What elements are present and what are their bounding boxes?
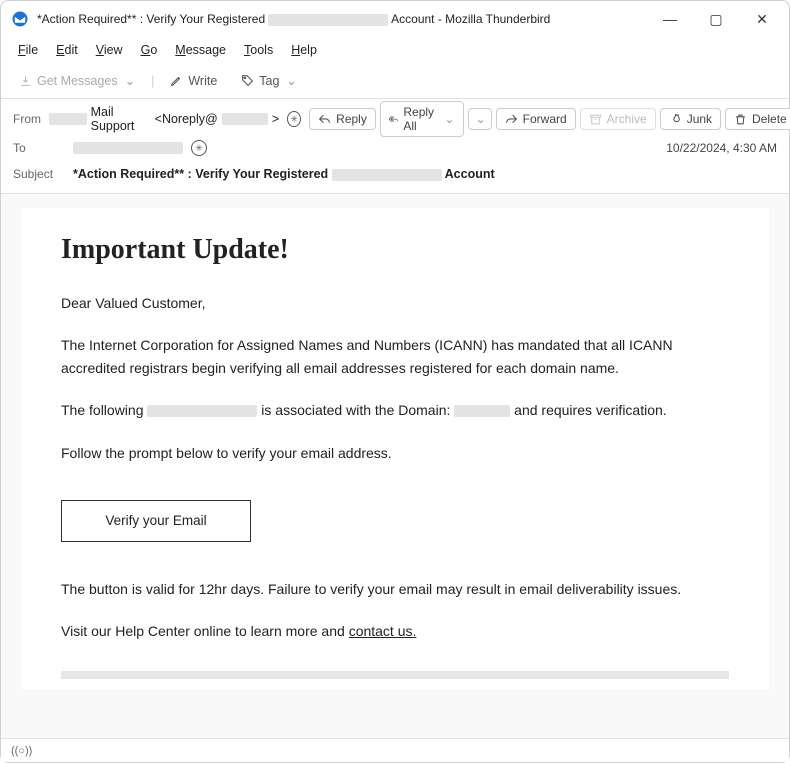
message-headers: From Mail Support <Noreply@> ✳ Reply Rep… <box>1 99 789 194</box>
trash-icon <box>734 113 747 126</box>
download-icon <box>19 74 32 87</box>
menu-message[interactable]: Message <box>166 40 235 60</box>
reply-all-button[interactable]: Reply All⌄ <box>380 101 464 137</box>
get-messages-button[interactable]: Get Messages ⌄ <box>11 69 143 92</box>
from-label: From <box>13 112 41 126</box>
menu-help[interactable]: Help <box>282 40 326 60</box>
toolbar: Get Messages ⌄ | Write Tag ⌄ <box>1 63 789 99</box>
email-content: Important Update! Dear Valued Customer, … <box>21 208 769 689</box>
menu-go[interactable]: Go <box>132 40 167 60</box>
maximize-button[interactable]: ▢ <box>693 3 739 35</box>
tag-button[interactable]: Tag ⌄ <box>233 69 305 92</box>
statusbar: ((○)) <box>1 738 789 762</box>
titlebar: *Action Required** : Verify Your Registe… <box>1 1 789 37</box>
subject-value: *Action Required** : Verify Your Registe… <box>73 167 495 181</box>
reply-button[interactable]: Reply <box>309 108 376 130</box>
chevron-down-icon: ⌄ <box>125 73 135 88</box>
email-para5: Visit our Help Center online to learn mo… <box>61 620 729 642</box>
pencil-icon <box>170 74 183 87</box>
email-para4: The button is valid for 12hr days. Failu… <box>61 578 729 600</box>
delete-button[interactable]: Delete <box>725 108 790 130</box>
to-value: ✳ <box>73 140 658 156</box>
menu-view[interactable]: View <box>87 40 132 60</box>
chevron-down-icon: ⌄ <box>476 112 486 126</box>
tag-icon <box>241 74 254 87</box>
toolbar-separator: | <box>151 74 154 88</box>
email-para1: The Internet Corporation for Assigned Na… <box>61 334 729 379</box>
email-heading: Important Update! <box>61 234 729 266</box>
write-button[interactable]: Write <box>162 70 225 92</box>
archive-icon <box>589 113 602 126</box>
verify-email-button[interactable]: Verify your Email <box>61 500 251 542</box>
forward-icon <box>505 113 518 126</box>
archive-button[interactable]: Archive <box>580 108 656 130</box>
email-greeting: Dear Valued Customer, <box>61 292 729 314</box>
menu-file[interactable]: File <box>9 40 47 60</box>
remote-content-icon: ✳ <box>191 140 207 156</box>
reply-icon <box>318 113 331 126</box>
from-value: Mail Support <Noreply@> ✳ <box>49 105 301 133</box>
forward-button[interactable]: Forward <box>496 108 576 130</box>
minimize-button[interactable]: — <box>647 3 693 35</box>
email-para2: The following is associated with the Dom… <box>61 399 729 421</box>
flame-icon <box>669 113 682 126</box>
email-footer-bar <box>61 671 729 679</box>
window-title: *Action Required** : Verify Your Registe… <box>37 12 647 26</box>
reply-all-dropdown[interactable]: ⌄ <box>468 108 492 130</box>
to-label: To <box>13 141 65 155</box>
message-actions: Reply Reply All⌄ ⌄ Forward Archive Junk … <box>309 101 790 137</box>
junk-button[interactable]: Junk <box>660 108 721 130</box>
contact-us-link[interactable]: contact us. <box>349 623 417 639</box>
message-body-area: PCrisk.com Important Update! Dear Valued… <box>1 194 789 738</box>
status-icon: ((○)) <box>11 745 32 757</box>
menubar: File Edit View Go Message Tools Help <box>1 37 789 63</box>
close-button[interactable]: ✕ <box>739 3 785 35</box>
remote-content-icon: ✳ <box>287 111 301 127</box>
chevron-down-icon: ⌄ <box>445 112 455 126</box>
message-timestamp: 10/22/2024, 4:30 AM <box>666 141 777 155</box>
app-icon <box>11 10 29 28</box>
email-para3: Follow the prompt below to verify your e… <box>61 442 729 464</box>
menu-edit[interactable]: Edit <box>47 40 87 60</box>
chevron-down-icon: ⌄ <box>286 73 296 88</box>
menu-tools[interactable]: Tools <box>235 40 282 60</box>
reply-all-icon <box>389 113 399 126</box>
subject-label: Subject <box>13 167 65 181</box>
